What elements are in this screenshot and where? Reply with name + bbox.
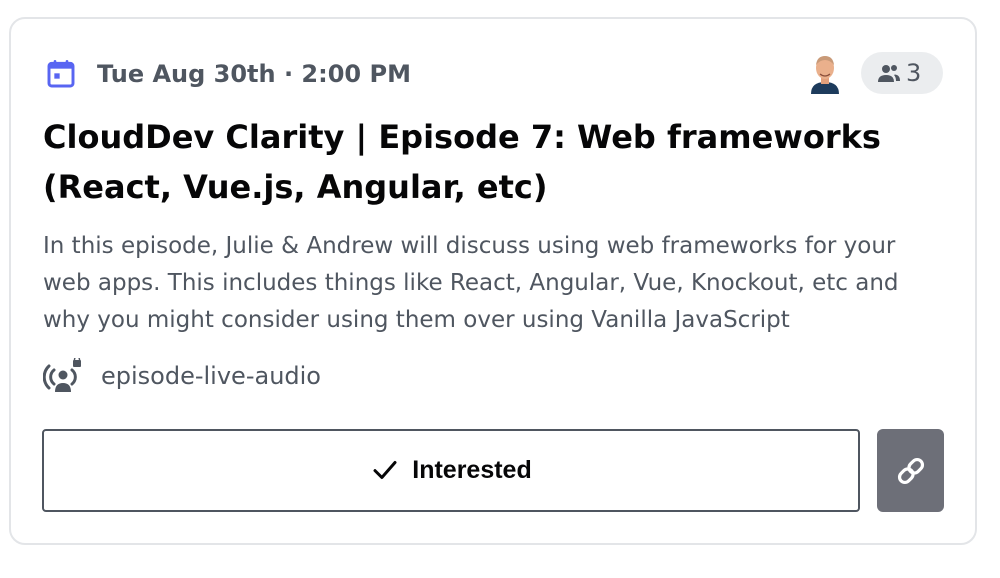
event-title[interactable]: CloudDev Clarity | Episode 7: Web framew… — [43, 112, 923, 212]
stage-channel-icon — [43, 358, 81, 392]
interested-button-label: Interested — [412, 455, 532, 484]
host-avatar[interactable] — [805, 52, 845, 94]
copy-link-button[interactable] — [877, 429, 944, 512]
event-header: Tue Aug 30th · 2:00 PM 3 — [45, 52, 945, 94]
interested-count-badge[interactable]: 3 — [861, 52, 943, 94]
link-icon — [897, 457, 925, 485]
channel-name: episode-live-audio — [101, 362, 321, 390]
interested-count: 3 — [906, 59, 922, 87]
people-icon — [878, 65, 900, 82]
event-date-time: Tue Aug 30th · 2:00 PM — [97, 60, 411, 88]
interested-button[interactable]: Interested — [42, 429, 860, 512]
calendar-icon — [47, 60, 75, 88]
event-channel[interactable]: episode-live-audio — [43, 356, 543, 396]
event-description: In this episode, Julie & Andrew will dis… — [43, 233, 899, 333]
check-icon — [373, 461, 397, 479]
